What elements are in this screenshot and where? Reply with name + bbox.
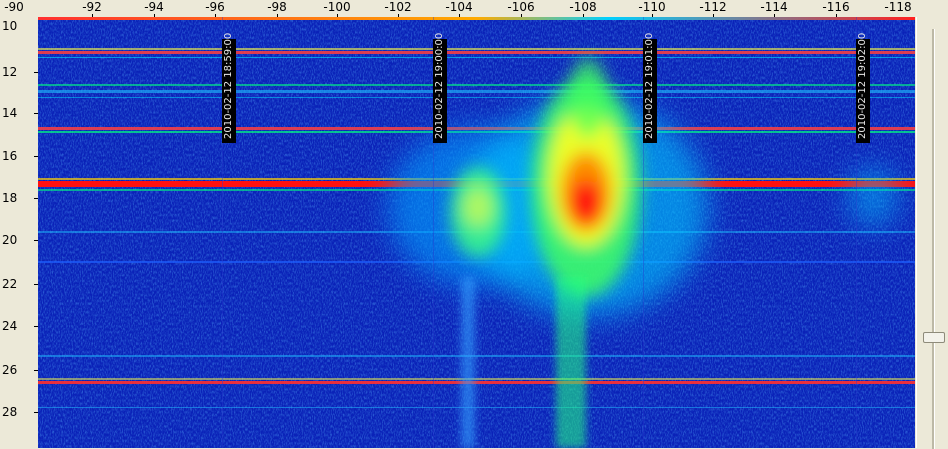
frequency-axis: -90 -92 -94 -96 -98 -100 -102 -104 -106 …	[0, 0, 918, 18]
freq-label-1: -92	[82, 0, 102, 14]
timestamp-text: 2010-02-12 19:01:00	[644, 32, 655, 139]
freq-label-11: -112	[699, 0, 727, 14]
time-label-3: 16	[2, 149, 18, 163]
timestamp-label-1: 2010-02-12 18:59:00	[222, 32, 236, 143]
freq-label-4: -98	[267, 0, 287, 14]
freq-label-0: -90	[4, 0, 24, 14]
core-main-red	[570, 180, 602, 224]
time-label-4: 18	[2, 191, 18, 205]
band-line	[38, 378, 915, 380]
time-label-6: 22	[2, 277, 18, 291]
timestamp-text: 2010-02-12 19:00:00	[434, 32, 445, 139]
freq-label-2: -94	[144, 0, 164, 14]
vertical-slider[interactable]	[916, 17, 948, 449]
band-line	[38, 381, 915, 384]
freq-label-3: -96	[205, 0, 225, 14]
time-label-9: 28	[2, 405, 18, 419]
band-line	[38, 51, 915, 54]
time-label-2: 14	[2, 106, 18, 120]
tail-left	[461, 277, 475, 448]
slider-thumb[interactable]	[923, 332, 945, 343]
glow-right	[848, 167, 898, 227]
freq-label-5: -100	[323, 0, 351, 14]
time-label-5: 20	[2, 233, 18, 247]
time-axis: 10 12 14 16 18 20 22 24 26 28	[0, 17, 38, 448]
freq-label-9: -108	[569, 0, 597, 14]
time-label-0: 10	[2, 19, 18, 33]
freq-label-8: -106	[507, 0, 535, 14]
timestamp-label-4: 2010-02-12 19:02:00	[856, 32, 870, 143]
time-label-1: 12	[2, 65, 18, 79]
band-line	[38, 90, 915, 93]
core-left-yellow	[463, 187, 493, 227]
band-line	[38, 48, 915, 50]
tail-main	[556, 277, 586, 448]
timestamp-text: 2010-02-12 18:59:00	[223, 32, 234, 139]
freq-label-7: -104	[445, 0, 473, 14]
freq-label-14: -118	[884, 0, 912, 14]
timestamp-label-2: 2010-02-12 19:00:00	[433, 32, 447, 143]
time-label-7: 24	[2, 319, 18, 333]
slider-track[interactable]	[932, 29, 935, 449]
timestamp-label-3: 2010-02-12 19:01:00	[643, 32, 657, 143]
band-line	[38, 355, 915, 357]
freq-label-10: -110	[638, 0, 666, 14]
freq-label-6: -102	[384, 0, 412, 14]
band-line	[38, 407, 915, 408]
top-strip	[38, 17, 915, 20]
band-line	[38, 57, 915, 58]
band-line	[38, 97, 915, 98]
timestamp-text: 2010-02-12 19:02:00	[857, 32, 868, 139]
waterfall-display[interactable]: 2010-02-12 18:59:00 2010-02-12 19:00:00 …	[38, 17, 915, 448]
time-label-8: 26	[2, 363, 18, 377]
core-top-green	[568, 57, 608, 137]
waterfall-image	[38, 17, 915, 448]
freq-label-13: -116	[822, 0, 850, 14]
freq-label-12: -114	[760, 0, 788, 14]
band-line	[38, 84, 915, 86]
